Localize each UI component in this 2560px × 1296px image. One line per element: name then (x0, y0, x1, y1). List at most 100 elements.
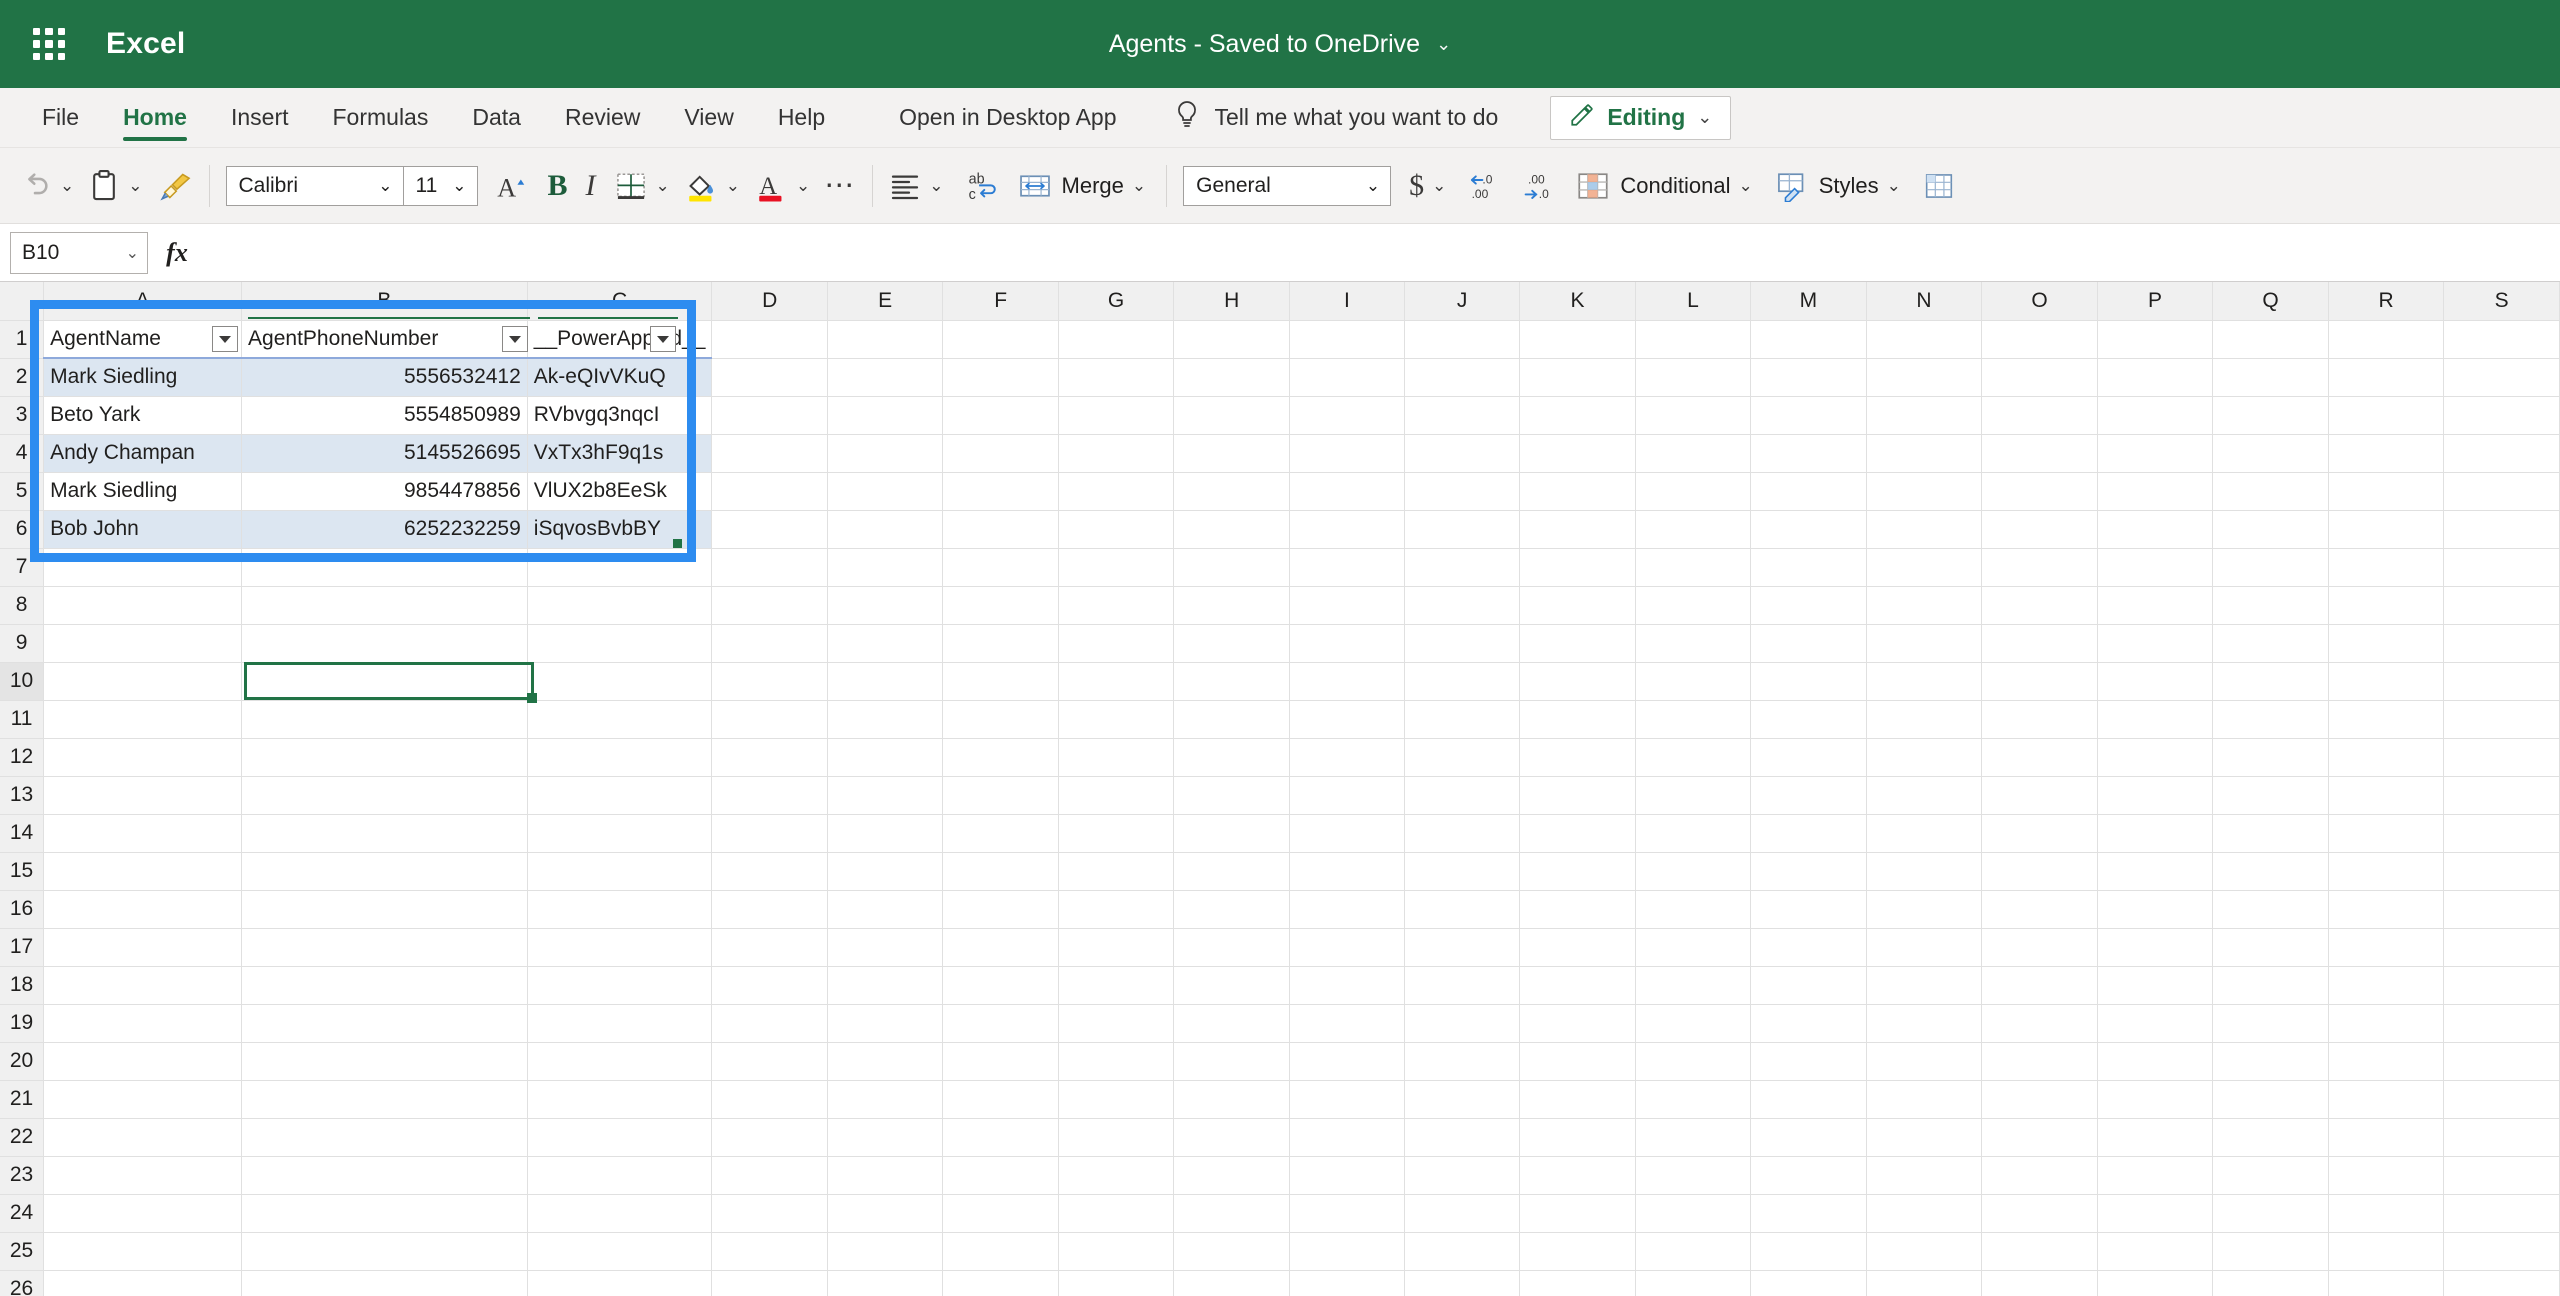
cell-F4[interactable] (942, 434, 1059, 473)
cell-H17[interactable] (1173, 928, 1290, 967)
cell-E16[interactable] (827, 890, 944, 929)
cell-C23[interactable] (527, 1156, 713, 1195)
cell-L14[interactable] (1635, 814, 1752, 853)
cell-S16[interactable] (2443, 890, 2560, 929)
cell-N4[interactable] (1866, 434, 1983, 473)
cell-O23[interactable] (1981, 1156, 2098, 1195)
cell-C22[interactable] (527, 1118, 713, 1157)
cell-Q8[interactable] (2212, 586, 2329, 625)
cell-G7[interactable] (1058, 548, 1175, 587)
cell-J26[interactable] (1404, 1270, 1521, 1296)
cell-B24[interactable] (241, 1194, 528, 1233)
cell-K23[interactable] (1519, 1156, 1636, 1195)
cell-R7[interactable] (2328, 548, 2445, 587)
cell-K21[interactable] (1519, 1080, 1636, 1119)
borders-dropdown-chevron-down-icon[interactable]: ⌄ (656, 176, 670, 196)
cell-C18[interactable] (527, 966, 713, 1005)
cell-N24[interactable] (1866, 1194, 1983, 1233)
cell-N14[interactable] (1866, 814, 1983, 853)
cell-P17[interactable] (2097, 928, 2214, 967)
cell-N9[interactable] (1866, 624, 1983, 663)
cell-J5[interactable] (1404, 472, 1521, 511)
cell-L19[interactable] (1635, 1004, 1752, 1043)
cell-P19[interactable] (2097, 1004, 2214, 1043)
conditional-formatting-button[interactable]: Conditional (1576, 170, 1730, 202)
cell-P24[interactable] (2097, 1194, 2214, 1233)
cell-O25[interactable] (1981, 1232, 2098, 1271)
cell-G22[interactable] (1058, 1118, 1175, 1157)
cell-L11[interactable] (1635, 700, 1752, 739)
row-header-25[interactable]: 25 (0, 1232, 45, 1271)
cell-N7[interactable] (1866, 548, 1983, 587)
cell-H9[interactable] (1173, 624, 1290, 663)
formula-input[interactable] (206, 231, 2560, 274)
cell-H14[interactable] (1173, 814, 1290, 853)
cell-J8[interactable] (1404, 586, 1521, 625)
cell-styles-button[interactable]: Styles (1775, 170, 1879, 202)
cell-R2[interactable] (2328, 358, 2445, 397)
cell-L26[interactable] (1635, 1270, 1752, 1296)
row-header-23[interactable]: 23 (0, 1156, 45, 1195)
cell-E4[interactable] (827, 434, 944, 473)
cell-O21[interactable] (1981, 1080, 2098, 1119)
cell-I20[interactable] (1289, 1042, 1405, 1081)
cell-D11[interactable] (711, 700, 828, 739)
cell-S14[interactable] (2443, 814, 2560, 853)
cell-A14[interactable] (43, 814, 243, 853)
cell-R25[interactable] (2328, 1232, 2445, 1271)
fill-color-dropdown-chevron-down-icon[interactable]: ⌄ (726, 176, 740, 196)
cell-C26[interactable] (527, 1270, 713, 1296)
cell-F9[interactable] (942, 624, 1059, 663)
cell-L16[interactable] (1635, 890, 1752, 929)
cell-J11[interactable] (1404, 700, 1521, 739)
undo-dropdown-chevron-down-icon[interactable]: ⌄ (60, 176, 74, 196)
cell-M16[interactable] (1750, 890, 1867, 929)
cell-R22[interactable] (2328, 1118, 2445, 1157)
cell-M21[interactable] (1750, 1080, 1867, 1119)
cell-H21[interactable] (1173, 1080, 1290, 1119)
row-header-9[interactable]: 9 (0, 624, 45, 663)
cell-P3[interactable] (2097, 396, 2214, 435)
cell-Q24[interactable] (2212, 1194, 2329, 1233)
cell-G3[interactable] (1058, 396, 1175, 435)
cell-P16[interactable] (2097, 890, 2214, 929)
cell-M7[interactable] (1750, 548, 1867, 587)
cell-L24[interactable] (1635, 1194, 1752, 1233)
cell-N10[interactable] (1866, 662, 1983, 701)
cell-A25[interactable] (43, 1232, 243, 1271)
font-color-button[interactable]: A (754, 169, 788, 203)
cell-B21[interactable] (241, 1080, 528, 1119)
cell-L3[interactable] (1635, 396, 1752, 435)
cell-A11[interactable] (43, 700, 243, 739)
cell-L21[interactable] (1635, 1080, 1752, 1119)
cell-E15[interactable] (827, 852, 944, 891)
cell-G15[interactable] (1058, 852, 1175, 891)
row-header-10[interactable]: 10 (0, 662, 45, 701)
cell-H1[interactable] (1173, 320, 1290, 359)
cell-S3[interactable] (2443, 396, 2560, 435)
cell-I21[interactable] (1289, 1080, 1405, 1119)
cell-H3[interactable] (1173, 396, 1290, 435)
cell-F14[interactable] (942, 814, 1059, 853)
cell-Q12[interactable] (2212, 738, 2329, 777)
cell-I3[interactable] (1289, 396, 1405, 435)
tab-data[interactable]: Data (450, 88, 543, 147)
cell-G11[interactable] (1058, 700, 1175, 739)
format-painter-button[interactable] (157, 169, 193, 203)
cell-G19[interactable] (1058, 1004, 1175, 1043)
cell-F17[interactable] (942, 928, 1059, 967)
cell-P14[interactable] (2097, 814, 2214, 853)
cell-I22[interactable] (1289, 1118, 1405, 1157)
cell-S20[interactable] (2443, 1042, 2560, 1081)
cell-B23[interactable] (241, 1156, 528, 1195)
cell-G26[interactable] (1058, 1270, 1175, 1296)
column-header-a[interactable]: A (43, 282, 243, 321)
cell-P7[interactable] (2097, 548, 2214, 587)
cell-N16[interactable] (1866, 890, 1983, 929)
cell-R8[interactable] (2328, 586, 2445, 625)
cell-G8[interactable] (1058, 586, 1175, 625)
conditional-dropdown-chevron-down-icon[interactable]: ⌄ (1738, 176, 1752, 196)
cell-K6[interactable] (1519, 510, 1636, 549)
cell-F22[interactable] (942, 1118, 1059, 1157)
cell-L5[interactable] (1635, 472, 1752, 511)
